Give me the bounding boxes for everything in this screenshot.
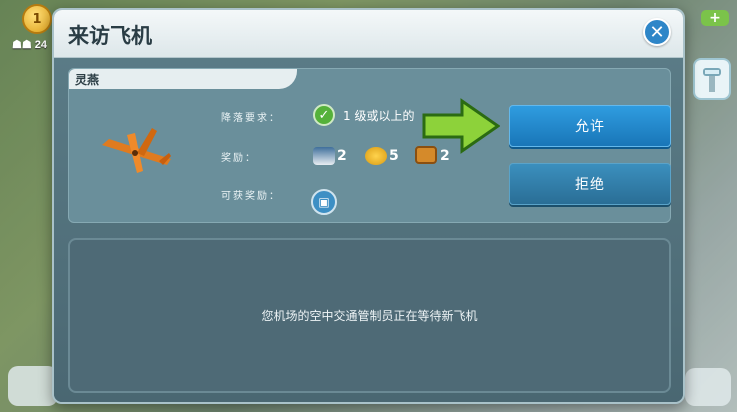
reward-label: 奖励： [221,153,257,164]
dialog-title: 来访飞机 [68,24,152,48]
hangar-button[interactable] [685,368,731,406]
gift-box-icon: ▣ [311,189,337,215]
allow-button[interactable]: 允许 [509,105,671,147]
request-card: 灵燕 降落要求： ✓ 1 级或以上的 奖励： 2 5 2 可获奖励： ▣ 允许 … [68,68,671,223]
status-panel: 您机场的空中交通管制员正在等待新飞机 [68,238,671,393]
dialog-header: 来访飞机 ✕ [54,10,683,58]
landing-requirement-label: 降落要求： [221,113,281,124]
bonus-label: 可获奖励： [221,191,281,202]
reward-value-coins: 5 [389,148,399,164]
landing-requirement-text: 1 级或以上的 [343,109,415,123]
plus-icon[interactable]: + [701,10,729,26]
plane-name: 灵燕 [75,73,100,87]
people-icon: ☗☗ [12,39,32,51]
status-message: 您机场的空中交通管制员正在等待新飞机 [261,309,478,323]
control-tower-button[interactable] [693,58,731,100]
visiting-plane-dialog: 来访飞机 ✕ 灵燕 降落要求： ✓ 1 级或以上的 奖励： 2 5 2 可获奖励… [52,8,685,404]
globe-button[interactable] [8,366,58,406]
close-icon: ✕ [649,21,665,43]
plane-name-tab: 灵燕 [69,69,297,89]
passenger-stat: ☗☗ 24 [12,38,47,51]
plane-icon [102,128,171,173]
reject-button[interactable]: 拒绝 [509,163,671,205]
check-icon: ✓ [313,104,335,126]
level-value: 1 [32,11,42,27]
pilot-cap-icon [313,147,335,165]
close-button[interactable]: ✕ [643,18,671,46]
people-count: 24 [34,39,48,51]
control-tower-icon [703,68,721,92]
level-badge[interactable]: 1 [22,4,52,34]
pointer-arrow-icon [422,98,500,154]
coins-icon [365,147,387,165]
reward-value-cap: 2 [337,148,347,164]
